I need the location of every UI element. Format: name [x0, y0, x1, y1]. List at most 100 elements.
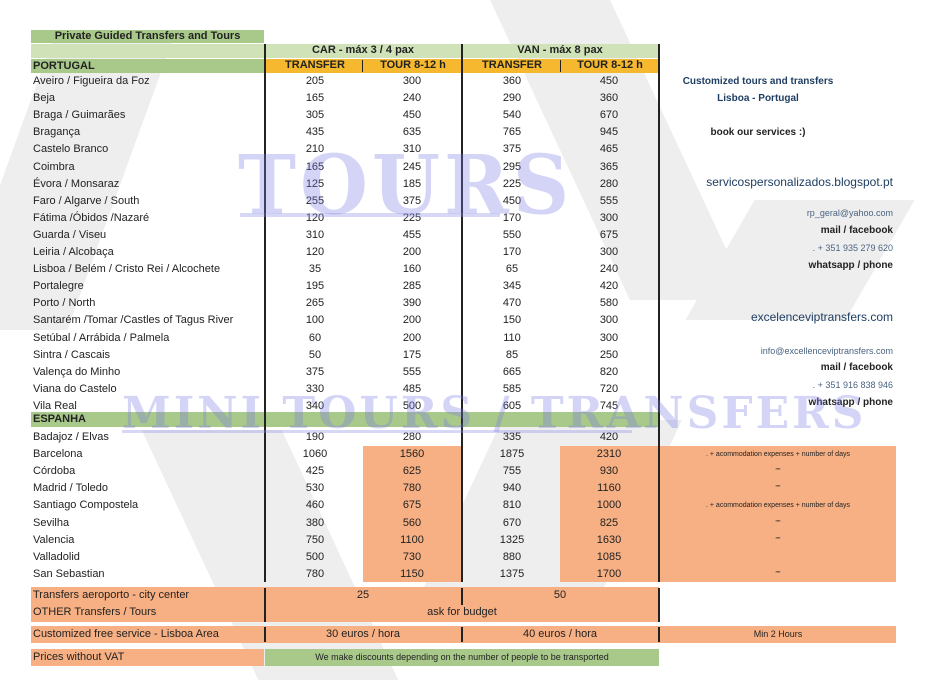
pt-row-destination: Castelo Branco	[33, 143, 109, 156]
es-row-note: . + acommodation expenses + number of da…	[706, 502, 850, 510]
espanha-label: ESPANHA	[33, 413, 86, 425]
pt-row-car-transfer: 265	[305, 297, 325, 310]
pt-row-van-tour: 365	[599, 160, 619, 173]
pt-row-car-tour: 240	[402, 92, 422, 105]
pt-row-car-tour: 485	[402, 382, 422, 395]
pt-row-van-transfer: 85	[505, 348, 519, 361]
es-row-car-tour: 780	[402, 482, 422, 495]
pt-row-van-tour: 300	[599, 331, 619, 344]
email-link-2[interactable]: info@excellenceviptransfers.com	[761, 346, 893, 356]
pt-row-van-tour: 300	[599, 314, 619, 327]
pt-row-car-transfer: 165	[305, 92, 325, 105]
pt-row-van-tour: 580	[599, 297, 619, 310]
phone-2[interactable]: . + 351 916 838 946	[813, 380, 893, 390]
tagline-location: Lisboa - Portugal	[717, 93, 799, 104]
pt-row-destination: Porto / North	[33, 297, 96, 310]
es-row-note: ""	[775, 570, 781, 578]
es-row-car-tour: 1100	[400, 533, 424, 546]
pt-row-destination: Sintra / Cascais	[33, 348, 111, 361]
pt-row-car-transfer: 210	[305, 143, 325, 156]
es-row-car-transfer: 425	[305, 465, 325, 478]
pt-row-car-transfer: 60	[308, 331, 322, 344]
pt-row-van-transfer: 470	[502, 297, 522, 310]
pt-row-destination: Guarda / Viseu	[33, 228, 107, 241]
pt-row-car-tour: 500	[402, 399, 422, 412]
pt-row-car-transfer: 340	[305, 399, 325, 412]
pt-row-van-transfer: 550	[502, 228, 522, 241]
pt-row-destination: Coimbra	[33, 160, 75, 173]
es-row-van-tour: 1700	[596, 567, 622, 580]
pt-row-van-tour: 720	[599, 382, 619, 395]
pt-row-destination: Évora / Monsaraz	[33, 177, 120, 190]
pt-row-van-transfer: 360	[502, 75, 522, 87]
watermark-underline	[240, 213, 500, 217]
es-row-van-tour: 1160	[597, 482, 621, 495]
pt-row-car-transfer: 35	[308, 263, 322, 276]
pt-row-car-transfer: 50	[308, 348, 322, 361]
es-row-destination: Valencia	[33, 533, 75, 546]
pt-row-car-tour: 245	[402, 160, 422, 173]
es-row-car-tour: 1150	[400, 567, 424, 580]
car-transfer-header: TRANSFER	[285, 59, 345, 71]
website-link-1[interactable]: servicospersonalizados.blogspot.pt	[706, 175, 893, 189]
watermark-underline	[122, 430, 632, 433]
es-row-car-transfer: 780	[305, 567, 325, 580]
pt-row-car-tour: 185	[402, 177, 422, 190]
pt-row-van-transfer: 295	[502, 160, 522, 173]
es-row-destination: San Sebastian	[33, 567, 105, 580]
es-row-car-tour: 1560	[399, 448, 425, 461]
pt-row-destination: Beja	[33, 92, 56, 105]
pt-row-van-tour: 745	[599, 399, 619, 412]
es-row-van-transfer: 1875	[499, 448, 525, 461]
pt-row-car-tour: 200	[402, 246, 422, 258]
pt-row-car-transfer: 195	[305, 280, 325, 293]
es-row-note: ""	[775, 468, 781, 476]
pt-row-destination: Setúbal / Arrábida / Palmela	[33, 331, 170, 344]
es-row-van-transfer: 1375	[499, 567, 525, 580]
pt-row-van-transfer: 225	[502, 177, 522, 190]
pt-row-destination: Valença do Minho	[33, 365, 121, 378]
pt-row-destination: Fátima /Óbidos /Nazaré	[33, 211, 150, 224]
pt-row-car-tour: 390	[402, 297, 422, 310]
es-row-van-tour: 1085	[596, 550, 622, 563]
custom-label: Customized free service - Lisboa Area	[33, 628, 219, 640]
es-row-car-tour: 625	[402, 465, 422, 478]
es-row-car-transfer: 500	[305, 550, 325, 563]
es-row-van-transfer: 755	[502, 465, 522, 478]
es-row-car-transfer: 460	[305, 499, 325, 512]
pt-row-destination: Braga / Guimarães	[33, 109, 126, 122]
whatsapp-label-1: whatsapp / phone	[808, 260, 893, 271]
tagline: Customized tours and transfers	[682, 76, 834, 87]
pt-row-van-tour: 280	[599, 177, 619, 190]
header-divider	[362, 60, 363, 72]
pt-row-van-tour: 300	[599, 211, 619, 224]
es-row-destination: Barcelona	[33, 448, 83, 461]
pt-row-car-tour: 310	[402, 143, 422, 156]
pt-row-van-tour: 675	[599, 228, 619, 241]
es-row-van-transfer: 880	[502, 550, 522, 563]
pt-row-destination: Santarém /Tomar /Castles of Tagus River	[33, 314, 234, 327]
email-link-1[interactable]: rp_geral@yahoo.com	[807, 208, 893, 218]
pt-row-car-transfer: 165	[305, 160, 325, 173]
pt-row-car-transfer: 305	[305, 109, 325, 122]
pt-row-destination: Bragança	[33, 126, 81, 139]
es-row-note: ""	[775, 485, 781, 493]
website-link-2[interactable]: excelenceviptransfers.com	[751, 310, 893, 324]
pt-row-van-transfer: 540	[502, 109, 522, 122]
es-row-van-tour: 1000	[596, 499, 622, 512]
es-row-van-tour: 825	[599, 516, 619, 529]
pt-row-destination: Portalegre	[33, 280, 84, 293]
pt-row-van-transfer: 345	[502, 280, 522, 293]
es-row-car-tour: 730	[402, 550, 422, 563]
pt-row-car-tour: 635	[402, 126, 422, 139]
phone-1[interactable]: . + 351 935 279 620	[813, 243, 893, 253]
pt-row-destination: Lisboa / Belém / Cristo Rei / Alcochete	[33, 263, 221, 276]
es-row-car-tour: 675	[402, 499, 422, 512]
pt-row-van-transfer: 110	[503, 331, 521, 344]
header-divider	[560, 60, 561, 72]
pt-row-van-transfer: 375	[502, 143, 522, 156]
whatsapp-label-2: whatsapp / phone	[808, 397, 893, 408]
airport-label: Transfers aeroporto - city center	[33, 589, 190, 601]
es-row-van-transfer: 940	[502, 482, 522, 495]
pt-row-destination: Aveiro / Figueira da Foz	[33, 75, 150, 87]
